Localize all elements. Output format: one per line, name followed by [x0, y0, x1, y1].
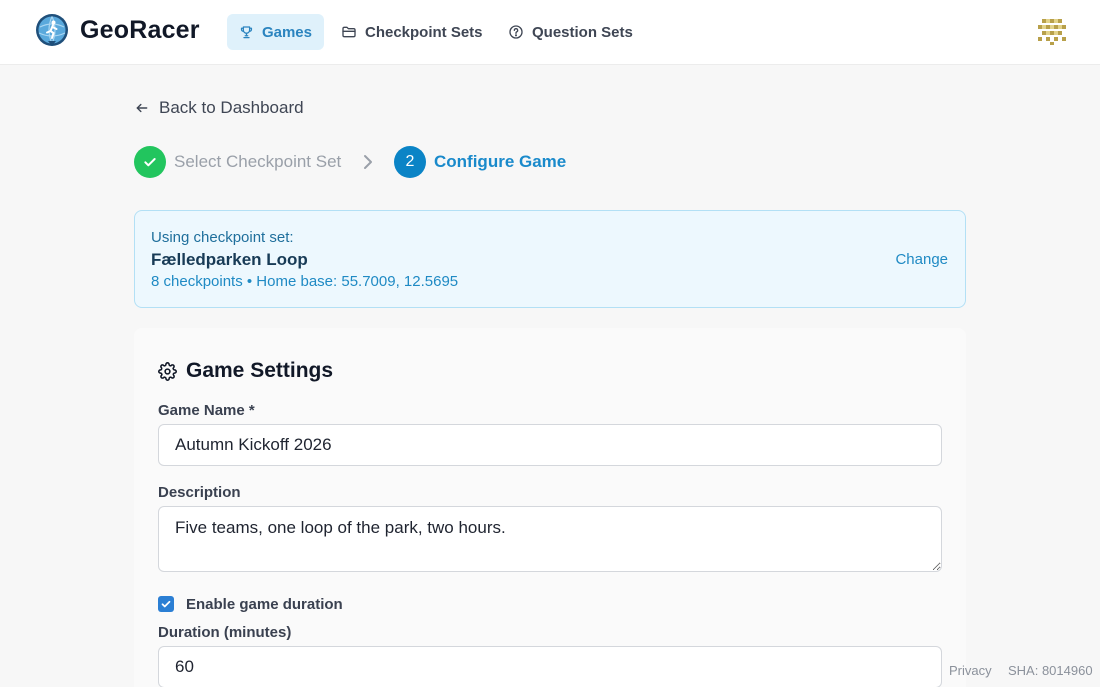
game-settings-card: Game Settings Game Name * Description Fi… — [134, 328, 966, 687]
description-label: Description — [158, 484, 241, 501]
step-configure-game: 2 Configure Game — [394, 146, 566, 178]
step-number-badge: 2 — [394, 146, 426, 178]
back-to-dashboard-link[interactable]: Back to Dashboard — [135, 97, 304, 119]
folder-icon — [342, 26, 356, 38]
duration-label: Duration (minutes) — [158, 624, 292, 641]
nav-games-label: Games — [261, 23, 312, 41]
step-complete-badge — [134, 146, 166, 178]
brand-name[interactable]: GeoRacer — [80, 16, 200, 45]
enable-duration-checkbox[interactable] — [158, 596, 174, 612]
georacer-logo-icon[interactable] — [34, 13, 70, 49]
privacy-link[interactable]: Privacy — [949, 663, 992, 678]
check-icon — [144, 158, 156, 167]
checkmark-icon — [161, 600, 171, 608]
checkpoint-set-caption: Using checkpoint set: — [151, 229, 294, 246]
checkpoint-set-meta: 8 checkpoints • Home base: 55.7009, 12.5… — [151, 273, 459, 290]
nav-games[interactable]: Games — [227, 14, 324, 50]
trophy-icon — [240, 26, 253, 39]
back-link-label: Back to Dashboard — [159, 98, 304, 117]
help-circle-icon — [509, 25, 523, 39]
game-name-input[interactable] — [158, 424, 942, 466]
nav-checkpoint-sets-label: Checkpoint Sets — [365, 23, 483, 41]
build-sha: SHA: 8014960 — [1008, 663, 1093, 678]
nav-checkpoint-sets[interactable]: Checkpoint Sets — [329, 14, 495, 50]
nav-question-sets[interactable]: Question Sets — [496, 14, 645, 50]
checkpoint-set-banner: Using checkpoint set: Fælledparken Loop … — [134, 210, 966, 308]
arrow-left-icon — [136, 103, 148, 113]
nav-question-sets-label: Question Sets — [532, 23, 633, 41]
user-avatar[interactable] — [1035, 14, 1069, 48]
step-select-checkpoint-set[interactable]: Select Checkpoint Set — [134, 146, 341, 178]
description-textarea[interactable]: Five teams, one loop of the park, two ho… — [158, 506, 942, 572]
checkpoint-set-name: Fælledparken Loop — [151, 250, 308, 269]
step-1-label: Select Checkpoint Set — [174, 152, 342, 171]
duration-input[interactable] — [158, 646, 942, 687]
enable-duration-label: Enable game duration — [186, 595, 343, 613]
game-settings-title: Game Settings — [186, 359, 334, 382]
step-2-label: Configure Game — [434, 152, 567, 171]
chevron-right-icon — [364, 155, 372, 169]
top-header: GeoRacer Games Checkpoint Sets Question … — [0, 0, 1100, 65]
change-checkpoint-set-button[interactable]: Change — [895, 251, 948, 268]
gear-icon — [158, 361, 177, 381]
enable-duration-toggle[interactable]: Enable game duration — [158, 595, 343, 613]
game-settings-heading: Game Settings — [158, 358, 333, 384]
game-name-label: Game Name * — [158, 402, 255, 419]
